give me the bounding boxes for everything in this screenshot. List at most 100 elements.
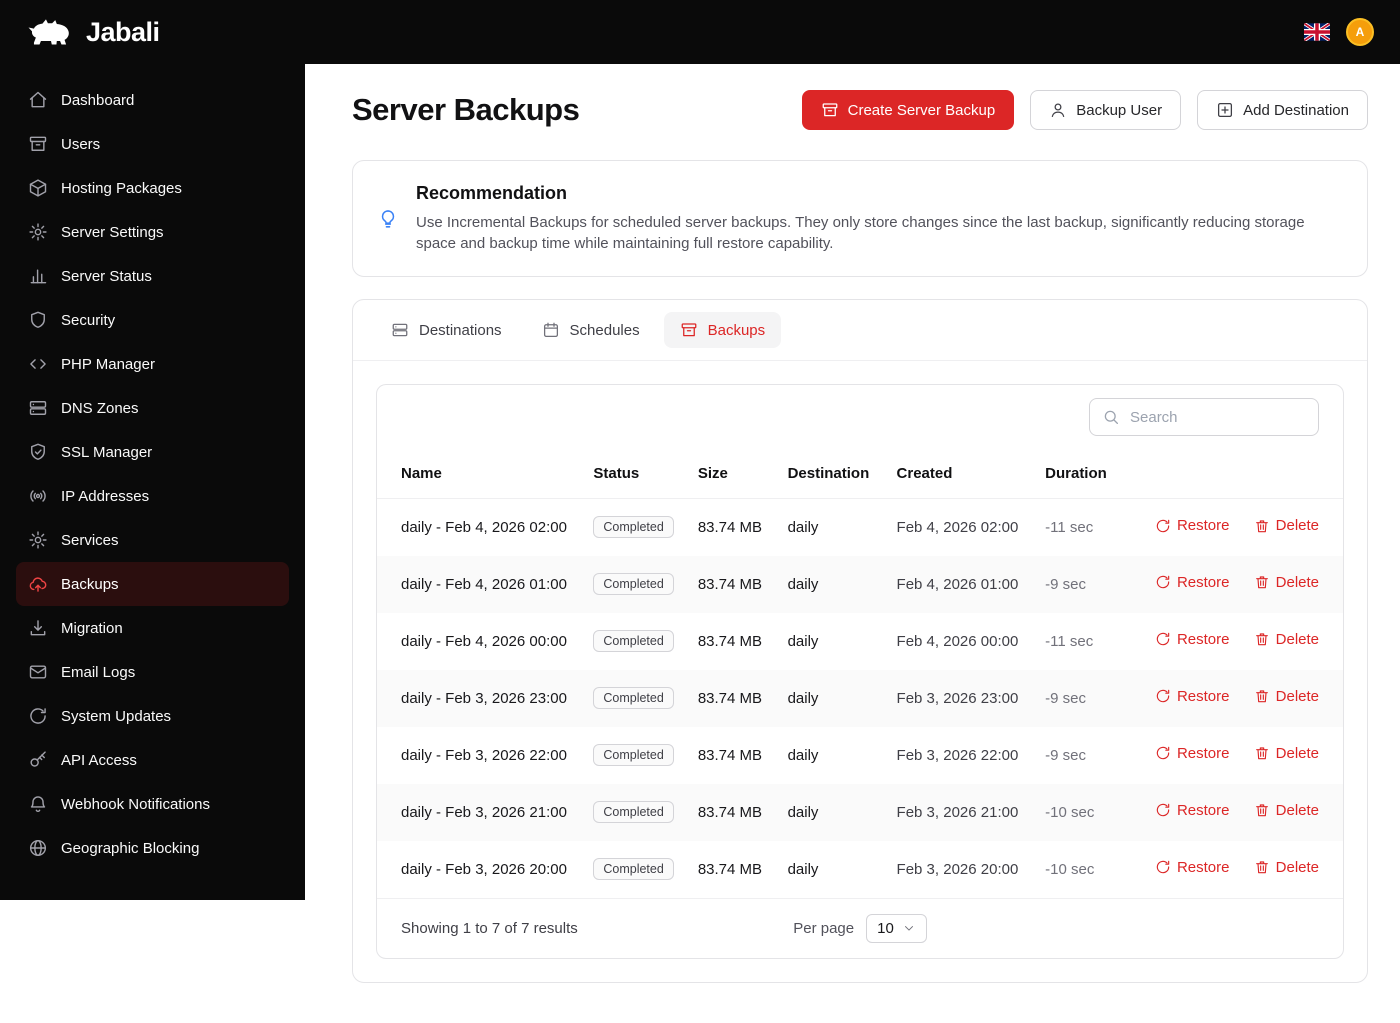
refresh-icon bbox=[1155, 802, 1171, 818]
delete-button[interactable]: Delete bbox=[1254, 802, 1319, 819]
per-page-label: Per page bbox=[793, 920, 854, 937]
sidebar-item-email-logs[interactable]: Email Logs bbox=[16, 650, 289, 694]
backup-duration: -9 sec bbox=[1033, 556, 1123, 613]
gear-icon bbox=[28, 222, 48, 242]
backup-duration: -11 sec bbox=[1033, 613, 1123, 670]
restore-button[interactable]: Restore bbox=[1155, 574, 1230, 591]
code-icon bbox=[28, 354, 48, 374]
add-destination-button[interactable]: Add Destination bbox=[1197, 90, 1368, 130]
tab-backups[interactable]: Backups bbox=[664, 312, 782, 348]
backup-name: daily - Feb 4, 2026 00:00 bbox=[377, 613, 581, 670]
column-header-status: Status bbox=[581, 449, 685, 499]
boar-logo-icon bbox=[26, 17, 76, 48]
column-header-duration: Duration bbox=[1033, 449, 1123, 499]
delete-button[interactable]: Delete bbox=[1254, 517, 1319, 534]
restore-button[interactable]: Restore bbox=[1155, 631, 1230, 648]
status-badge: Completed bbox=[593, 801, 673, 823]
status-badge: Completed bbox=[593, 516, 673, 538]
backup-created: Feb 4, 2026 02:00 bbox=[885, 499, 1034, 556]
restore-button[interactable]: Restore bbox=[1155, 688, 1230, 705]
backup-name: daily - Feb 3, 2026 20:00 bbox=[377, 841, 581, 898]
archive-icon bbox=[680, 321, 698, 339]
sidebar-item-geographic-blocking[interactable]: Geographic Blocking bbox=[16, 826, 289, 870]
drive-icon bbox=[391, 321, 409, 339]
search-input[interactable] bbox=[1128, 408, 1306, 427]
table-row: daily - Feb 4, 2026 01:00 Completed 83.7… bbox=[377, 556, 1343, 613]
delete-button[interactable]: Delete bbox=[1254, 631, 1319, 648]
backup-size: 83.74 MB bbox=[686, 499, 776, 556]
sidebar-item-server-status[interactable]: Server Status bbox=[16, 254, 289, 298]
sidebar-item-ip-addresses[interactable]: IP Addresses bbox=[16, 474, 289, 518]
column-header-size: Size bbox=[686, 449, 776, 499]
table-row: daily - Feb 3, 2026 23:00 Completed 83.7… bbox=[377, 670, 1343, 727]
sidebar-item-dns-zones[interactable]: DNS Zones bbox=[16, 386, 289, 430]
backup-size: 83.74 MB bbox=[686, 841, 776, 898]
refresh-icon bbox=[1155, 574, 1171, 590]
cloud-upload-icon bbox=[28, 574, 48, 594]
mail-icon bbox=[28, 662, 48, 682]
backup-size: 83.74 MB bbox=[686, 613, 776, 670]
lightbulb-icon bbox=[377, 208, 399, 230]
backup-created: Feb 3, 2026 20:00 bbox=[885, 841, 1034, 898]
refresh-icon bbox=[1155, 631, 1171, 647]
column-header-created: Created bbox=[885, 449, 1034, 499]
sidebar-item-security[interactable]: Security bbox=[16, 298, 289, 342]
backup-size: 83.74 MB bbox=[686, 784, 776, 841]
per-page-select[interactable]: 10 bbox=[866, 914, 927, 943]
sidebar-item-webhook-notifications[interactable]: Webhook Notifications bbox=[16, 782, 289, 826]
backup-destination: daily bbox=[776, 613, 885, 670]
home-icon bbox=[28, 90, 48, 110]
column-header-destination: Destination bbox=[776, 449, 885, 499]
user-avatar[interactable]: A bbox=[1346, 18, 1374, 46]
drive-icon bbox=[28, 398, 48, 418]
backup-destination: daily bbox=[776, 841, 885, 898]
delete-button[interactable]: Delete bbox=[1254, 688, 1319, 705]
backup-size: 83.74 MB bbox=[686, 670, 776, 727]
status-badge: Completed bbox=[593, 687, 673, 709]
delete-button[interactable]: Delete bbox=[1254, 574, 1319, 591]
backup-duration: -9 sec bbox=[1033, 727, 1123, 784]
tab-schedules[interactable]: Schedules bbox=[526, 312, 656, 348]
status-badge: Completed bbox=[593, 630, 673, 652]
shield-icon bbox=[28, 310, 48, 330]
search-box bbox=[1089, 398, 1319, 436]
status-badge: Completed bbox=[593, 858, 673, 880]
backup-name: daily - Feb 3, 2026 21:00 bbox=[377, 784, 581, 841]
refresh-icon bbox=[1155, 518, 1171, 534]
sidebar-item-migration[interactable]: Migration bbox=[16, 606, 289, 650]
restore-button[interactable]: Restore bbox=[1155, 745, 1230, 762]
sidebar-item-system-updates[interactable]: System Updates bbox=[16, 694, 289, 738]
main-content: Server Backups Create Server Backup Back… bbox=[305, 0, 1400, 1023]
top-bar: Jabali A bbox=[0, 0, 1400, 64]
trash-icon bbox=[1254, 859, 1270, 875]
trash-icon bbox=[1254, 688, 1270, 704]
sidebar-item-ssl-manager[interactable]: SSL Manager bbox=[16, 430, 289, 474]
table-row: daily - Feb 3, 2026 22:00 Completed 83.7… bbox=[377, 727, 1343, 784]
backup-created: Feb 3, 2026 22:00 bbox=[885, 727, 1034, 784]
delete-button[interactable]: Delete bbox=[1254, 745, 1319, 762]
delete-button[interactable]: Delete bbox=[1254, 859, 1319, 876]
signal-icon bbox=[28, 486, 48, 506]
sidebar-item-api-access[interactable]: API Access bbox=[16, 738, 289, 782]
backup-created: Feb 4, 2026 00:00 bbox=[885, 613, 1034, 670]
restore-button[interactable]: Restore bbox=[1155, 517, 1230, 534]
sidebar-item-php-manager[interactable]: PHP Manager bbox=[16, 342, 289, 386]
brand-logo[interactable]: Jabali bbox=[26, 17, 160, 48]
language-flag-uk[interactable] bbox=[1304, 23, 1330, 41]
create-server-backup-button[interactable]: Create Server Backup bbox=[802, 90, 1015, 130]
sidebar-item-users[interactable]: Users bbox=[16, 122, 289, 166]
sidebar-item-hosting-packages[interactable]: Hosting Packages bbox=[16, 166, 289, 210]
status-badge: Completed bbox=[593, 744, 673, 766]
sidebar-item-dashboard[interactable]: Dashboard bbox=[16, 78, 289, 122]
sidebar-item-backups[interactable]: Backups bbox=[16, 562, 289, 606]
restore-button[interactable]: Restore bbox=[1155, 859, 1230, 876]
backup-user-button[interactable]: Backup User bbox=[1030, 90, 1181, 130]
backup-created: Feb 3, 2026 21:00 bbox=[885, 784, 1034, 841]
backup-name: daily - Feb 3, 2026 23:00 bbox=[377, 670, 581, 727]
sidebar-item-server-settings[interactable]: Server Settings bbox=[16, 210, 289, 254]
restore-button[interactable]: Restore bbox=[1155, 802, 1230, 819]
refresh-icon bbox=[1155, 859, 1171, 875]
backups-table: Name Status Size Destination Created Dur… bbox=[377, 449, 1343, 898]
sidebar-item-services[interactable]: Services bbox=[16, 518, 289, 562]
tab-destinations[interactable]: Destinations bbox=[375, 312, 518, 348]
